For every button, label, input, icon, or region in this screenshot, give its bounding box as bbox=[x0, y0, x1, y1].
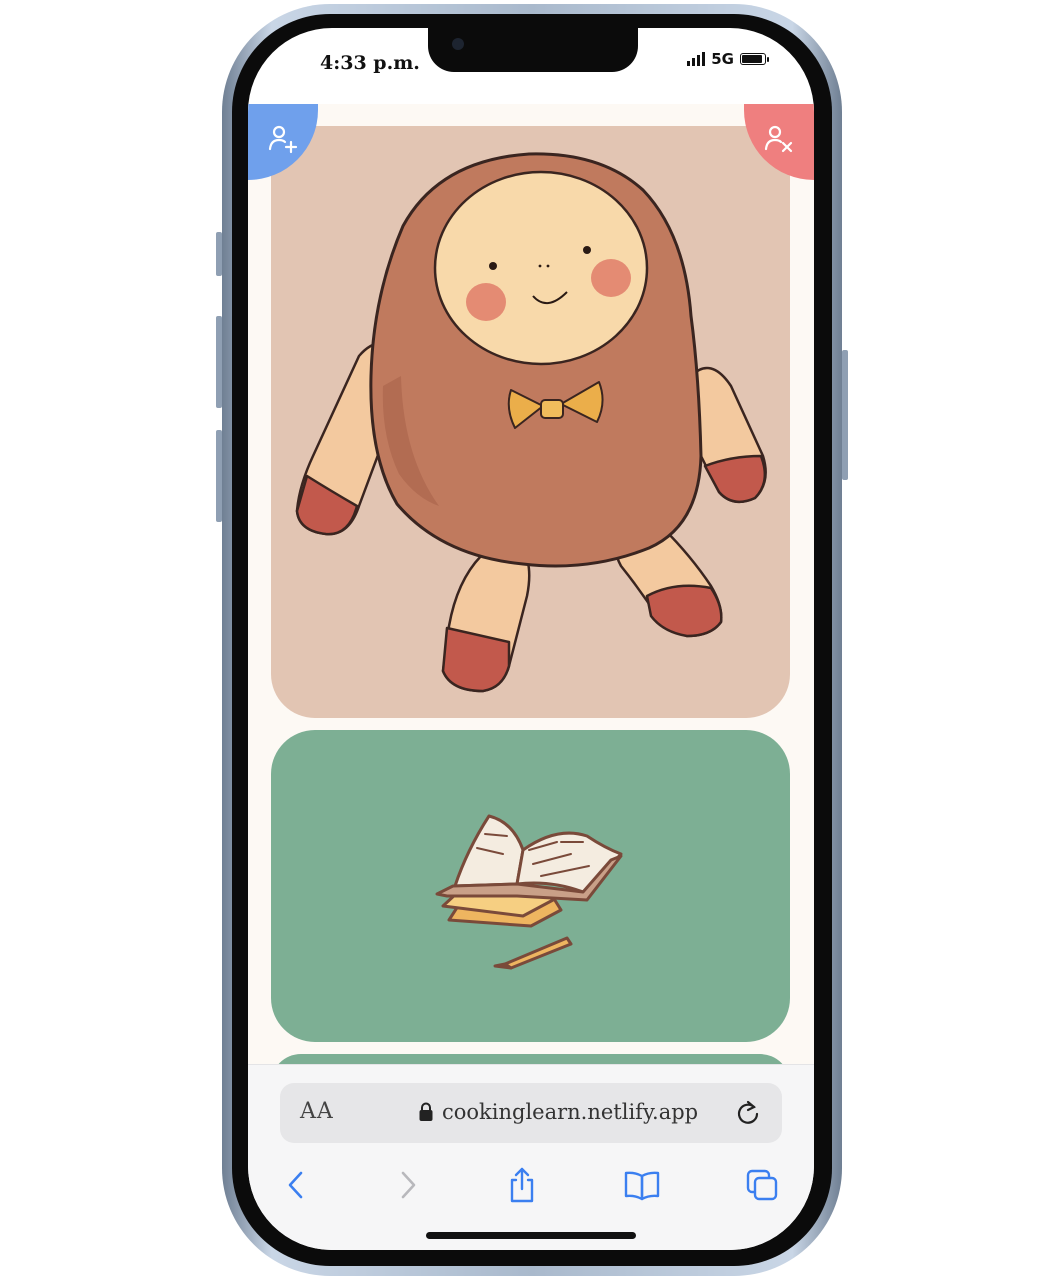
back-button[interactable] bbox=[276, 1163, 316, 1207]
address-bar[interactable]: AA cookinglearn.netlify.app bbox=[280, 1083, 782, 1143]
status-icons: 5G bbox=[687, 50, 769, 68]
browser-toolbar: AA cookinglearn.netlify.app bbox=[248, 1064, 814, 1250]
camera-icon bbox=[452, 38, 464, 50]
volume-down-button bbox=[216, 430, 222, 522]
lock-icon bbox=[419, 1102, 433, 1121]
share-button[interactable] bbox=[502, 1163, 542, 1207]
bookmarks-button[interactable] bbox=[622, 1163, 662, 1207]
home-indicator bbox=[426, 1232, 636, 1239]
status-time: 4:33 p.m. bbox=[320, 52, 420, 74]
tabs-icon bbox=[746, 1169, 778, 1201]
network-type: 5G bbox=[711, 50, 734, 68]
doll-illustration bbox=[295, 152, 767, 693]
user-x-icon bbox=[764, 125, 793, 153]
forward-button[interactable] bbox=[388, 1163, 428, 1207]
reload-icon[interactable] bbox=[734, 1099, 762, 1127]
phone-screen: 4:33 p.m. 5G AA cookinglearn.netlify.app bbox=[248, 28, 814, 1250]
notch bbox=[428, 28, 638, 72]
share-icon bbox=[510, 1167, 534, 1203]
back-icon bbox=[288, 1171, 303, 1199]
forward-icon bbox=[401, 1171, 416, 1199]
signal-icon bbox=[687, 52, 706, 66]
power-button bbox=[842, 350, 848, 480]
silent-switch bbox=[216, 232, 222, 276]
book-illustration bbox=[435, 814, 623, 970]
battery-icon bbox=[740, 53, 769, 65]
web-page[interactable] bbox=[248, 104, 814, 1064]
user-plus-icon bbox=[268, 125, 298, 154]
card-doll[interactable] bbox=[271, 126, 790, 718]
card-partial[interactable] bbox=[271, 1054, 790, 1064]
text-size-button[interactable]: AA bbox=[300, 1099, 334, 1124]
url-text[interactable]: cookinglearn.netlify.app bbox=[442, 1100, 698, 1124]
bookmarks-icon bbox=[624, 1171, 660, 1201]
navigation-row bbox=[248, 1163, 814, 1215]
volume-up-button bbox=[216, 316, 222, 408]
tabs-button[interactable] bbox=[742, 1163, 782, 1207]
card-book[interactable] bbox=[271, 730, 790, 1042]
